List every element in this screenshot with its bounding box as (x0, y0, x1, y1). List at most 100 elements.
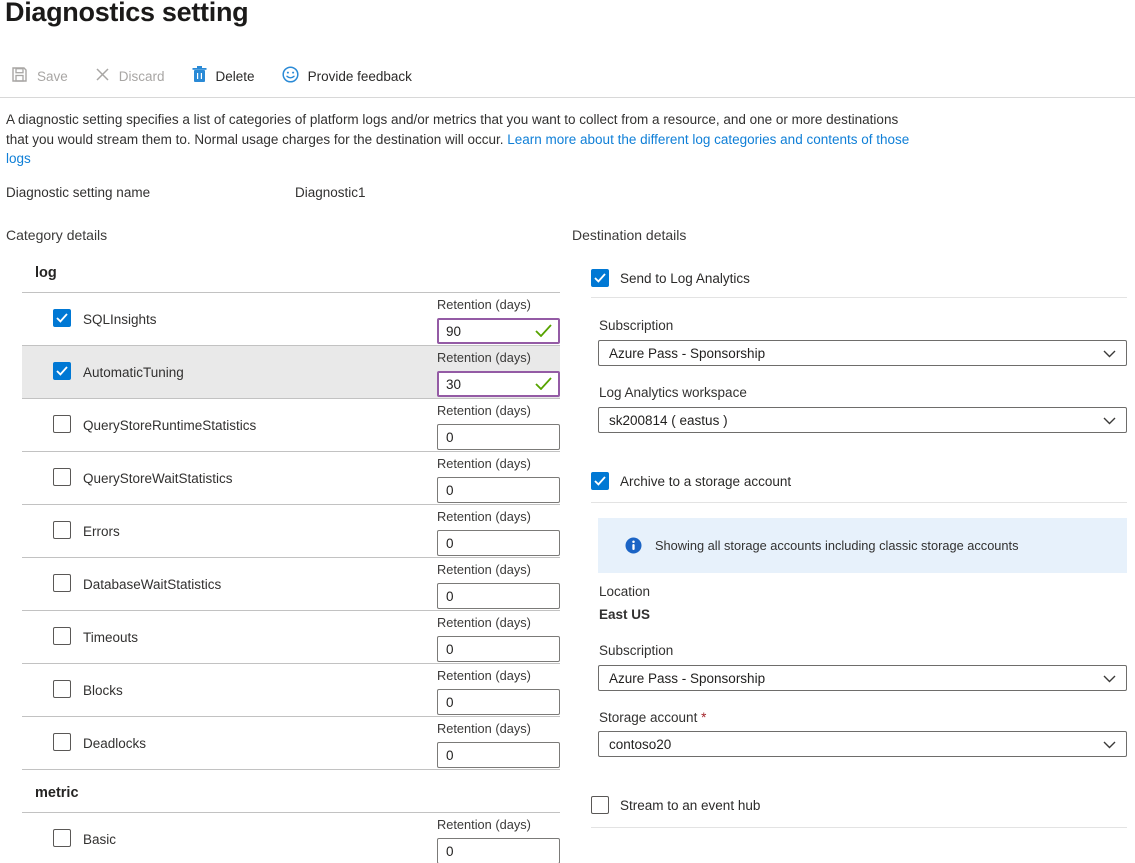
toolbar: Save Discard Delete Provide feedback (11, 66, 412, 86)
save-button[interactable]: Save (11, 66, 68, 86)
divider (591, 502, 1127, 503)
valid-check-icon (535, 324, 552, 337)
location-label: Location (599, 584, 650, 599)
chevron-down-icon (1103, 671, 1116, 686)
provide-feedback-label: Provide feedback (308, 69, 412, 84)
category-label: SQLInsights (83, 312, 157, 327)
category-checkbox[interactable] (53, 733, 71, 751)
category-row: AutomaticTuning Retention (days) (22, 346, 560, 399)
retention-input[interactable] (437, 742, 560, 768)
retention-input[interactable] (437, 477, 560, 503)
save-icon (11, 66, 28, 86)
retention-input[interactable] (437, 530, 560, 556)
category-checkbox[interactable] (53, 521, 71, 539)
category-label: Timeouts (83, 630, 138, 645)
retention-days-label: Retention (days) (437, 350, 531, 365)
la-subscription-label: Subscription (599, 318, 673, 333)
category-row: BasicRetention (days) (22, 813, 560, 863)
storage-account-value: contoso20 (609, 737, 671, 752)
category-row: Timeouts Retention (days) (22, 611, 560, 664)
delete-label: Delete (216, 69, 255, 84)
retention-days-label: Retention (days) (437, 297, 531, 312)
la-subscription-value: Azure Pass - Sponsorship (609, 346, 765, 361)
description-text: A diagnostic setting specifies a list of… (6, 110, 910, 169)
category-group-header: metric (22, 770, 560, 813)
archive-to-storage-label: Archive to a storage account (620, 474, 791, 489)
valid-check-icon (535, 377, 552, 390)
send-to-log-analytics-label: Send to Log Analytics (620, 271, 750, 286)
storage-account-dropdown[interactable]: contoso20 (598, 731, 1127, 757)
storage-subscription-dropdown[interactable]: Azure Pass - Sponsorship (598, 665, 1127, 691)
location-value: East US (599, 607, 650, 622)
category-checkbox[interactable] (53, 627, 71, 645)
retention-days-label: Retention (days) (437, 668, 531, 683)
smiley-icon (282, 66, 299, 86)
category-row: DatabaseWaitStatistics Retention (days) (22, 558, 560, 611)
category-label: Blocks (83, 683, 123, 698)
retention-input[interactable] (437, 636, 560, 662)
category-checkbox[interactable] (53, 574, 71, 592)
category-row: QueryStoreWaitStatisticsRetention (days) (22, 452, 560, 505)
provide-feedback-button[interactable]: Provide feedback (282, 66, 412, 86)
la-subscription-dropdown[interactable]: Azure Pass - Sponsorship (598, 340, 1127, 366)
category-label: Deadlocks (83, 736, 146, 751)
category-row: DeadlocksRetention (days) (22, 717, 560, 770)
retention-days-label: Retention (days) (437, 403, 531, 418)
chevron-down-icon (1103, 413, 1116, 428)
storage-account-label-text: Storage account (599, 710, 701, 725)
required-asterisk: * (701, 710, 706, 725)
page-title: Diagnostics setting (5, 0, 248, 28)
retention-input[interactable] (437, 838, 560, 863)
retention-days-label: Retention (days) (437, 817, 531, 832)
retention-input[interactable] (437, 424, 560, 450)
category-label: DatabaseWaitStatistics (83, 577, 221, 592)
stream-to-event-hub-label: Stream to an event hub (620, 798, 760, 813)
diagnostic-setting-name-label: Diagnostic setting name (6, 185, 150, 200)
divider (591, 827, 1127, 828)
retention-days-label: Retention (days) (437, 615, 531, 630)
category-checkbox[interactable] (53, 309, 71, 327)
info-banner: Showing all storage accounts including c… (598, 518, 1127, 573)
send-to-log-analytics-checkbox[interactable] (591, 269, 609, 287)
divider (591, 297, 1127, 298)
delete-button[interactable]: Delete (192, 66, 255, 86)
destination-details-header: Destination details (572, 227, 686, 243)
workspace-label: Log Analytics workspace (599, 385, 747, 400)
info-icon (625, 537, 642, 554)
retention-input[interactable] (437, 583, 560, 609)
trash-icon (192, 66, 207, 86)
category-checkbox[interactable] (53, 680, 71, 698)
workspace-dropdown[interactable]: sk200814 ( eastus ) (598, 407, 1127, 433)
archive-to-storage-checkbox[interactable] (591, 472, 609, 490)
retention-days-label: Retention (days) (437, 456, 531, 471)
stream-to-event-hub-checkbox[interactable] (591, 796, 609, 814)
storage-subscription-label: Subscription (599, 643, 673, 658)
chevron-down-icon (1103, 737, 1116, 752)
category-label: QueryStoreRuntimeStatistics (83, 418, 256, 433)
save-label: Save (37, 69, 68, 84)
retention-input[interactable] (437, 689, 560, 715)
workspace-value: sk200814 ( eastus ) (609, 413, 728, 428)
category-details-header: Category details (6, 227, 107, 243)
chevron-down-icon (1103, 346, 1116, 361)
category-checkbox[interactable] (53, 362, 71, 380)
category-checkbox[interactable] (53, 415, 71, 433)
discard-button[interactable]: Discard (95, 67, 165, 85)
toolbar-divider (0, 97, 1135, 98)
diagnostic-setting-name-value: Diagnostic1 (295, 185, 366, 200)
category-label: Errors (83, 524, 120, 539)
category-group-header: log (22, 250, 560, 293)
storage-subscription-value: Azure Pass - Sponsorship (609, 671, 765, 686)
category-row: SQLInsights Retention (days) (22, 293, 560, 346)
retention-days-label: Retention (days) (437, 562, 531, 577)
discard-x-icon (95, 67, 110, 85)
category-checkbox[interactable] (53, 829, 71, 847)
category-checkbox[interactable] (53, 468, 71, 486)
discard-label: Discard (119, 69, 165, 84)
category-label: AutomaticTuning (83, 365, 184, 380)
category-table: logSQLInsightsRetention (days)AutomaticT… (22, 250, 560, 863)
info-banner-text: Showing all storage accounts including c… (655, 538, 1019, 553)
category-row: Errors Retention (days) (22, 505, 560, 558)
retention-days-label: Retention (days) (437, 509, 531, 524)
storage-account-label: Storage account * (599, 710, 706, 725)
